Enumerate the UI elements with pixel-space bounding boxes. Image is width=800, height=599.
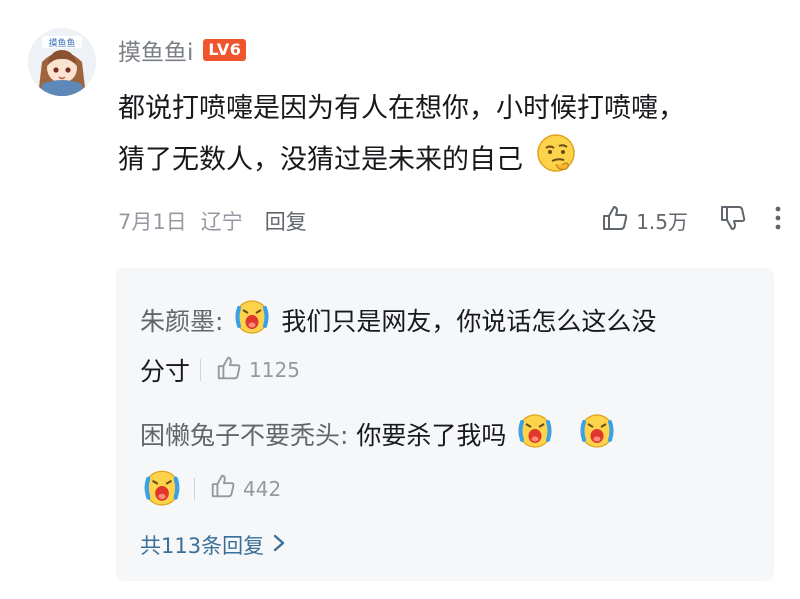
reply-author[interactable]: 朱颜墨:	[140, 307, 223, 336]
reply-text-line-1: 你要杀了我吗	[356, 421, 507, 450]
crying-face-icon	[233, 296, 271, 350]
comment-date: 7月1日	[118, 210, 187, 234]
reply-text-line-2: 分寸	[140, 357, 191, 386]
comment-text: 都说打喷嚏是因为有人在想你，小时候打喷嚏， 猜了无数人，没猜过是未来的自己	[118, 84, 788, 189]
reply-text-line-1: 我们只是网友，你说话怎么这么没	[281, 307, 657, 336]
crying-face-icon	[142, 466, 182, 511]
chevron-right-icon	[272, 533, 286, 557]
comment-line-1: 都说打喷嚏是因为有人在想你，小时候打喷嚏，	[118, 93, 685, 124]
comment-location: 辽宁	[200, 210, 243, 234]
avatar-image: 摸鱼鱼	[28, 28, 96, 96]
reply-like-row: 分寸 1125	[140, 352, 300, 388]
reply-button[interactable]: 回复	[265, 206, 307, 236]
crying-face-icon	[516, 410, 554, 464]
thumbs-up-icon	[600, 203, 630, 238]
reply-item: 朱颜墨: 我们只是网友，你说话怎么这么没	[140, 296, 760, 350]
reply-author[interactable]: 困懒兔子不要秃头:	[140, 421, 348, 450]
like-count: 1.5万	[636, 210, 688, 234]
avatar[interactable]: 摸鱼鱼	[28, 28, 96, 96]
reply-like-row: 442	[140, 466, 281, 511]
comment-line-2-text: 猜了无数人，没猜过是未来的自己	[118, 144, 523, 176]
more-options-button[interactable]	[774, 205, 782, 236]
comment-actions: 1.5万	[600, 203, 782, 238]
crying-face-icon	[578, 410, 616, 464]
username[interactable]: 摸鱼鱼i	[118, 33, 193, 67]
comment-line-2: 猜了无数人，没猜过是未来的自己	[118, 133, 788, 189]
thumbs-down-icon	[718, 206, 748, 238]
replies-panel: 朱颜墨: 我们只是网友，你说话怎么这么没 分寸 1125 困懒兔子不要秃头: 你…	[116, 268, 774, 581]
reply-item: 困懒兔子不要秃头: 你要杀了我吗	[140, 410, 760, 464]
comment-header: 摸鱼鱼i LV6	[118, 33, 247, 67]
more-replies-label: 共113条回复	[140, 534, 265, 558]
avatar-text: 摸鱼鱼	[48, 37, 75, 49]
divider	[200, 359, 202, 381]
comment-meta: 7月1日 辽宁 回复	[118, 206, 307, 236]
thumbs-up-icon	[209, 472, 237, 505]
thinking-face-icon	[536, 133, 576, 189]
reply-like-button[interactable]: 1125	[215, 354, 300, 387]
view-all-replies-link[interactable]: 共113条回复	[140, 530, 286, 560]
more-vertical-icon	[774, 206, 782, 236]
like-button[interactable]: 1.5万	[600, 203, 718, 238]
dislike-button[interactable]	[718, 203, 748, 238]
reply-like-count: 1125	[249, 358, 300, 382]
level-badge: LV6	[203, 39, 247, 61]
reply-like-count: 442	[243, 476, 282, 501]
divider	[194, 477, 195, 500]
thumbs-up-icon	[215, 354, 243, 387]
reply-like-button[interactable]: 442	[209, 472, 281, 505]
